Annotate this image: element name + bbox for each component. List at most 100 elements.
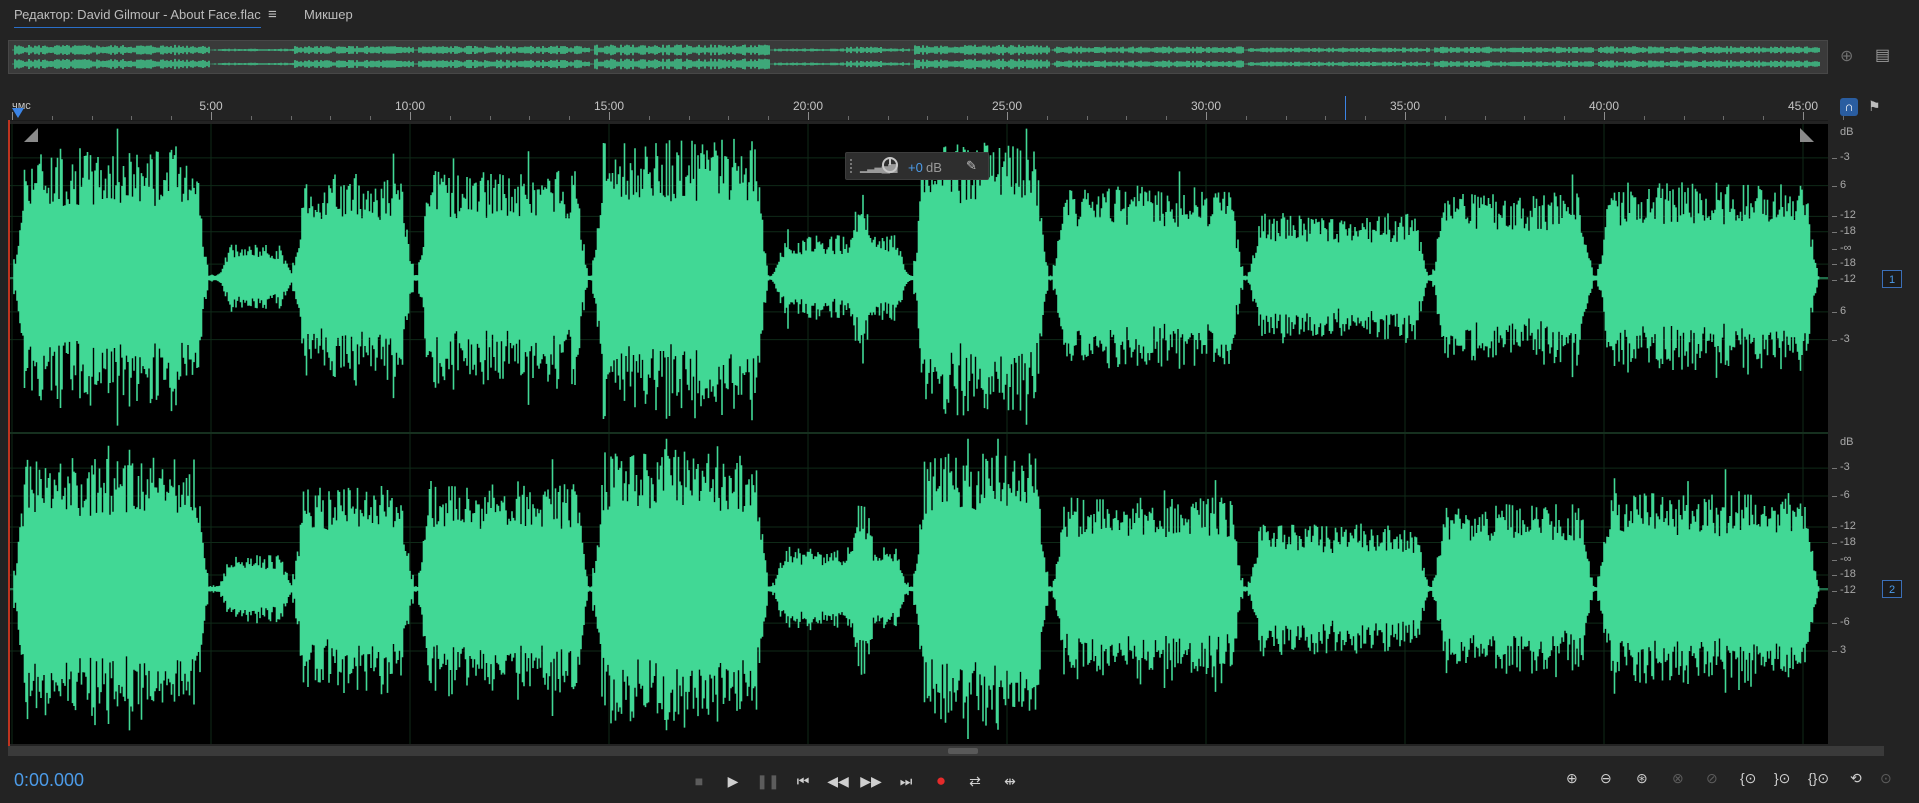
gain-unit: dB xyxy=(926,160,942,175)
ruler-tick xyxy=(688,116,690,120)
pause-icon[interactable]: ❚❚ xyxy=(755,770,781,792)
headphones-icon[interactable]: ∩ xyxy=(1840,98,1858,116)
ruler-tick xyxy=(12,112,13,120)
ruler-tick xyxy=(648,116,650,120)
ruler-tick xyxy=(1564,116,1566,120)
gain-hud[interactable]: ▁▂▃▄▅ +0 dB ✎ xyxy=(845,152,989,180)
hud-grip[interactable] xyxy=(850,159,854,173)
go-to-end-icon[interactable]: ⏭ xyxy=(893,770,919,792)
db-scale-tick xyxy=(1832,468,1837,470)
db-scale-label: -6 xyxy=(1840,489,1850,501)
db-scale-tick xyxy=(1832,339,1837,341)
channel-2-badge[interactable]: 2 xyxy=(1882,580,1902,598)
zoom-extra-icon[interactable]: ⊙ xyxy=(1880,770,1892,787)
db-scale-label: -3 xyxy=(1840,150,1850,163)
db-unit-label: dB xyxy=(1840,126,1854,138)
db-scale-tick xyxy=(1832,157,1837,159)
ruler-tick xyxy=(1007,112,1008,120)
gain-value[interactable]: +0 xyxy=(908,160,923,175)
fast-forward-icon[interactable]: ▶▶ xyxy=(858,770,884,792)
db-scale-label: -12 xyxy=(1840,209,1856,222)
db-scale-tick xyxy=(1832,559,1837,561)
channel-1-badge[interactable]: 1 xyxy=(1882,270,1902,288)
ruler-tick xyxy=(1086,116,1088,120)
db-scale-label: -18 xyxy=(1840,224,1856,237)
ruler-tick xyxy=(1803,112,1804,120)
db-scale-tick xyxy=(1832,496,1837,497)
ruler-tick-label: 5:00 xyxy=(199,99,223,113)
ruler-tick xyxy=(847,116,849,120)
ruler-tick xyxy=(1763,116,1765,120)
ruler-tick xyxy=(768,116,770,120)
overview-navigator[interactable] xyxy=(8,40,1828,74)
horizontal-scrollbar[interactable] xyxy=(8,746,1884,756)
ruler-tick xyxy=(1126,116,1128,120)
db-scale-tick xyxy=(1832,542,1837,544)
tab-active-underline xyxy=(14,27,261,28)
tab-mixer[interactable]: Микшер xyxy=(304,7,353,22)
zoom-in-right-icon[interactable]: }⊙ xyxy=(1774,770,1790,787)
zoom-out-both-icon[interactable]: {}⊙ xyxy=(1808,770,1829,787)
scrollbar-thumb[interactable] xyxy=(948,748,978,754)
ruler-tick xyxy=(1643,116,1645,120)
ruler-tools: ∩ ⚑ xyxy=(1832,96,1919,120)
zoom-navigator-icon[interactable]: ⊕ xyxy=(1840,46,1853,66)
db-scale-label: -3 xyxy=(1840,461,1850,474)
gain-knob[interactable] xyxy=(882,157,898,173)
db-scale-label: -6 xyxy=(1840,616,1850,629)
play-icon[interactable]: ▶ xyxy=(720,770,746,792)
playhead-marker[interactable] xyxy=(12,108,24,118)
db-scale-label: -∞ xyxy=(1840,552,1852,565)
ruler-tick xyxy=(449,116,451,120)
ruler-tick xyxy=(1604,112,1605,120)
db-scale-label: 3 xyxy=(1840,644,1847,656)
db-scale-label: 6 xyxy=(1840,178,1847,191)
db-scale-label: -12 xyxy=(1840,520,1856,532)
marker-pin-icon[interactable]: ⚑ xyxy=(1868,98,1881,115)
time-ruler[interactable]: чмс 5:00 10:00 15:00 20:00 25:00 30:00 35:00 40… xyxy=(8,96,1844,121)
ruler-tick xyxy=(290,116,292,120)
ruler-tick xyxy=(1405,112,1406,120)
ruler-tick xyxy=(728,116,730,120)
ruler-tick-label: 40:00 xyxy=(1588,99,1620,113)
reset-zoom-icon[interactable]: ⟲ xyxy=(1850,770,1862,787)
pin-icon[interactable]: ✎ xyxy=(966,158,977,174)
zoom-in-amplitude-icon[interactable]: ⊕ xyxy=(1566,770,1578,787)
go-to-start-icon[interactable]: ⏮ xyxy=(790,770,816,792)
zoom-out-full-icon[interactable]: ⊗ xyxy=(1672,770,1684,787)
ruler-tick xyxy=(887,116,889,120)
stop-icon[interactable]: ■ xyxy=(686,770,712,792)
ruler-tick xyxy=(51,116,53,120)
db-scale-tick xyxy=(1832,264,1837,266)
waveform-editor[interactable] xyxy=(8,124,1828,744)
marker-line[interactable] xyxy=(1345,96,1346,120)
zoom-out-amplitude-icon[interactable]: ⊖ xyxy=(1600,770,1612,787)
zoom-in-left-icon[interactable]: {⊙ xyxy=(1740,770,1756,787)
loop-playback-icon[interactable]: ⇄ xyxy=(962,770,988,792)
ruler-tick xyxy=(1245,116,1247,120)
record-icon[interactable]: ● xyxy=(928,770,954,792)
db-scale-tick xyxy=(1832,651,1837,652)
db-scale-label: -12 xyxy=(1840,272,1856,285)
db-scale-label: -18 xyxy=(1840,257,1856,270)
ruler-tick xyxy=(967,116,969,120)
ruler-tick xyxy=(529,116,531,120)
ruler-tick xyxy=(1325,116,1327,120)
ruler-tick xyxy=(1484,116,1486,120)
rewind-icon[interactable]: ◀◀ xyxy=(825,770,851,792)
document-tabs: Редактор: David Gilmour - About Face.fla… xyxy=(0,0,1919,32)
channel-2-waveform[interactable] xyxy=(8,434,1828,744)
ruler-tick xyxy=(1206,112,1207,120)
zoom-in-time-icon[interactable]: ⊛ xyxy=(1636,770,1648,787)
ruler-tick xyxy=(1524,116,1526,120)
zoom-selection-icon[interactable]: ⊘ xyxy=(1706,770,1718,787)
db-scale-label: -3 xyxy=(1840,332,1850,345)
ruler-tick xyxy=(91,116,93,120)
tab-editor[interactable]: Редактор: David Gilmour - About Face.fla… xyxy=(14,7,261,28)
current-time[interactable]: 0:00.000 xyxy=(14,770,84,791)
skip-selection-icon[interactable]: ⇹ xyxy=(997,770,1023,792)
db-scale-tick xyxy=(1832,590,1837,592)
ruler-tick xyxy=(609,112,610,120)
hamburger-icon[interactable]: ≡ xyxy=(268,6,277,23)
panel-menu-icon[interactable]: ▤ xyxy=(1875,45,1890,65)
